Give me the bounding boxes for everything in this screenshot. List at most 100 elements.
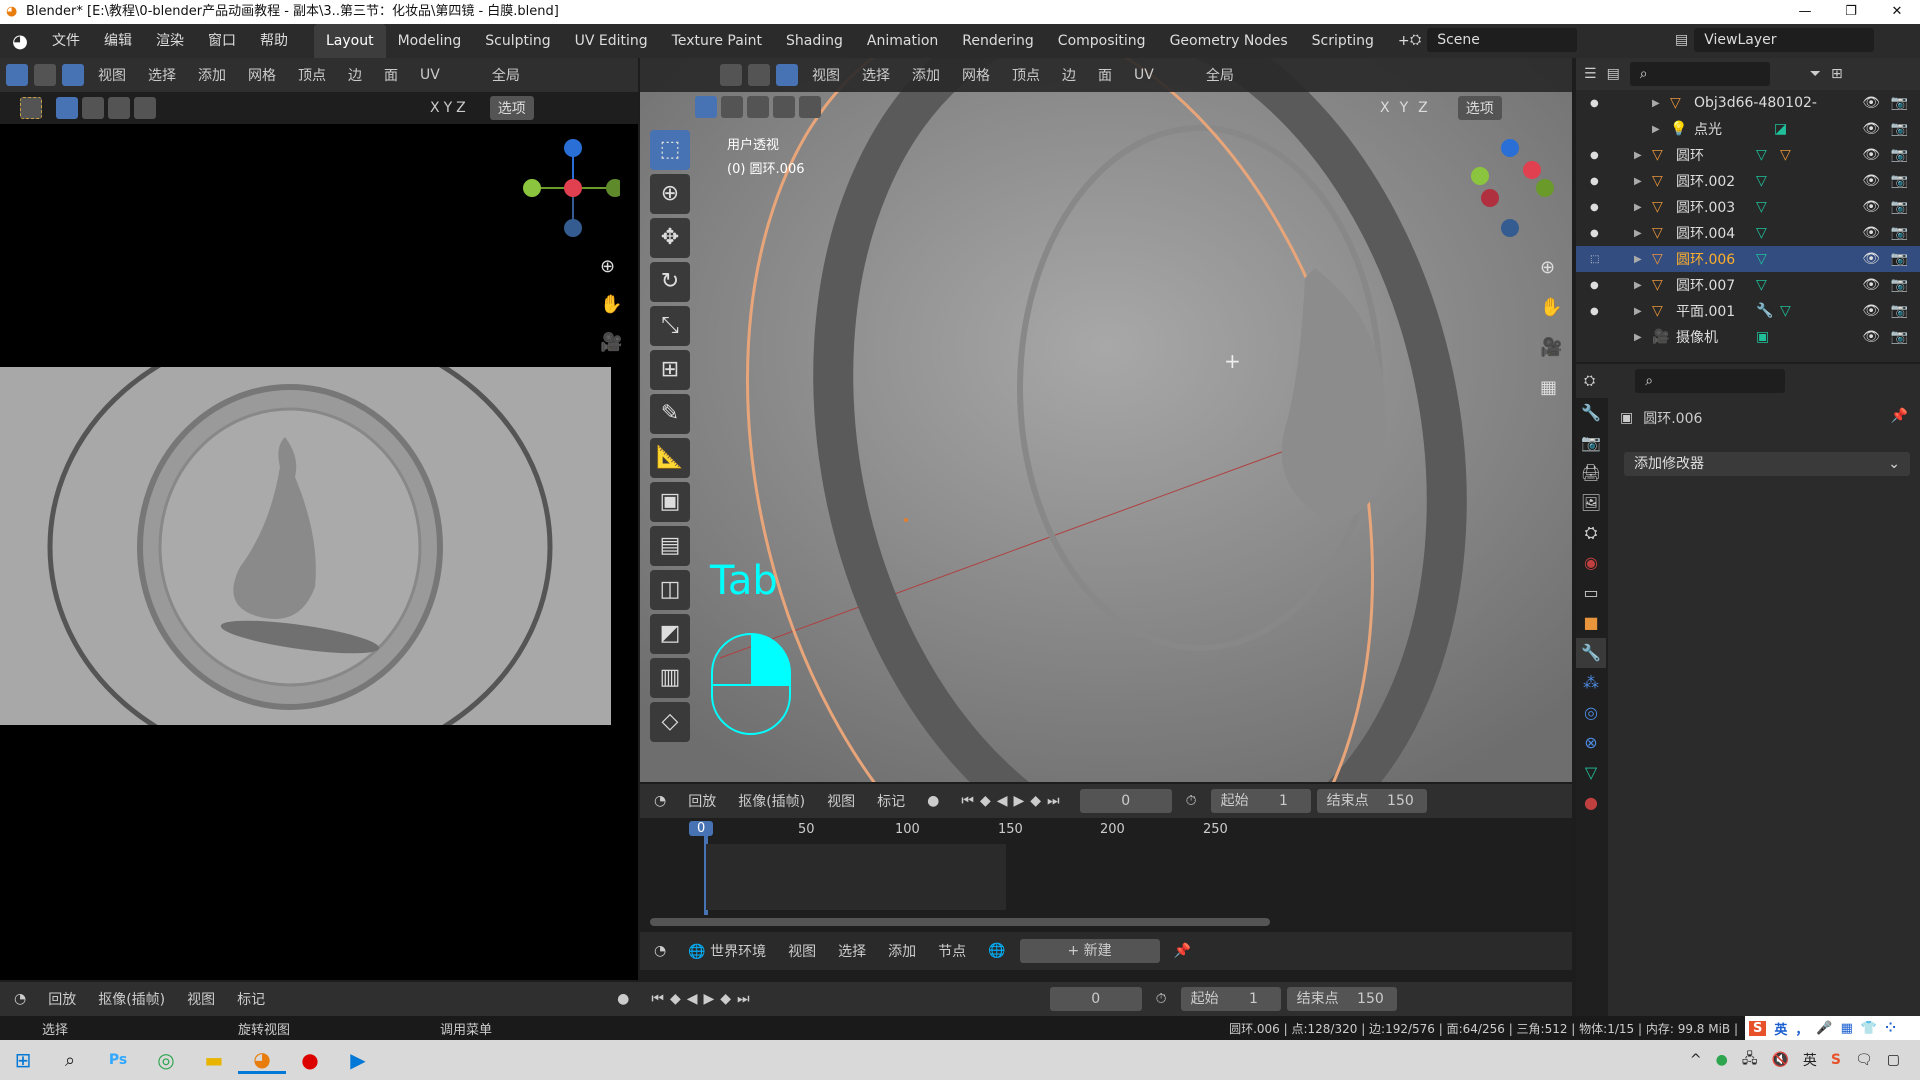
tray-language[interactable]: 英 [1803,1050,1817,1070]
pan-hand-icon[interactable]: ✋ [1540,288,1562,328]
new-collection-icon[interactable]: ⊞ [1831,66,1843,82]
scene-selector[interactable]: Scene [1427,28,1578,52]
eye-icon[interactable]: 👁 [1862,329,1880,345]
collection-tab-icon[interactable]: ▭ [1576,578,1606,608]
transform-tool[interactable]: ⊞ [650,350,690,390]
navigation-gizmo[interactable] [520,138,620,238]
tab-texture-paint[interactable]: Texture Paint [660,24,774,58]
constraints-tab-icon[interactable]: ⊗ [1576,728,1606,758]
menu-uv[interactable]: UV [1126,67,1162,83]
outliner-item[interactable]: ● ▶ ▽ 圆环.007 ▽ 👁 📷 [1576,272,1920,298]
file-explorer-icon[interactable]: ▬ [190,1048,238,1072]
tray-expand-icon[interactable]: ^ [1690,1052,1702,1068]
main-3d-viewport[interactable]: + 视图 选择 添加 网格 顶点 边 面 UV 全局 XYZ 选项 用户透视 (… [640,58,1572,782]
playback-controls[interactable]: ⏮◆◀▶◆⏭ [953,793,1073,809]
expand-arrow-icon[interactable]: ▶ [1634,332,1652,343]
menu-playback[interactable]: 回放 [40,989,84,1009]
select-box-tool[interactable]: ⬚ [650,130,690,170]
outliner-item-name[interactable]: 圆环 [1676,145,1756,165]
menu-vertex[interactable]: 顶点 [1004,65,1048,85]
menu-mesh[interactable]: 网格 [954,65,998,85]
mirror-z[interactable]: Z [456,100,466,116]
tab-animation[interactable]: Animation [855,24,950,58]
timeline-scrollbar[interactable] [650,918,1270,926]
minimize-button[interactable]: — [1782,0,1828,24]
render-camera-icon[interactable]: 📷 [1891,251,1908,267]
ime-keyboard-icon[interactable]: ▦ [1841,1021,1853,1036]
menu-edge[interactable]: 边 [1054,65,1084,85]
select-invert-icon[interactable] [773,96,795,118]
app-icon[interactable]: ▶ [334,1048,382,1072]
ortho-toggle-icon[interactable]: ▦ [1540,368,1562,408]
tab-modeling[interactable]: Modeling [386,24,474,58]
outliner-item[interactable]: ⬚ ▶ ▽ 圆环.006 ▽ 👁 📷 [1576,246,1920,272]
render-camera-icon[interactable]: 📷 [1891,277,1908,293]
tab-sculpting[interactable]: Sculpting [473,24,562,58]
menu-add[interactable]: 添加 [904,65,948,85]
menu-add[interactable]: 添加 [880,941,924,961]
pan-hand-icon[interactable]: ✋ [600,286,622,324]
face-select-mode[interactable] [62,64,84,86]
tab-scripting[interactable]: Scripting [1300,24,1386,58]
visibility-dot-icon[interactable]: ● [1576,306,1634,317]
record-button[interactable]: ● [609,991,637,1007]
tool-tab-icon[interactable]: 🔧 [1576,398,1606,428]
tab-shading[interactable]: Shading [774,24,855,58]
start-button[interactable]: ⊞ [0,1048,46,1072]
annotate-tool[interactable]: ✎ [650,394,690,434]
menu-marker[interactable]: 标记 [229,989,273,1009]
menu-file[interactable]: 文件 [40,24,92,58]
render-camera-icon[interactable]: 📷 [1891,147,1908,163]
photoshop-icon[interactable]: Ps [94,1052,142,1068]
outliner-item[interactable]: ● ▶ ▽ 圆环.003 ▽ 👁 📷 [1576,194,1920,220]
eye-icon[interactable]: 👁 [1862,199,1880,215]
view-layer-icon[interactable]: ▤ [1675,32,1688,48]
select-new-icon[interactable] [695,96,717,118]
options-dropdown[interactable]: 选项 [489,96,534,120]
mirror-z[interactable]: Z [1418,100,1428,116]
menu-uv[interactable]: UV [412,67,448,83]
pin-icon[interactable]: 📌 [1166,943,1199,959]
editor-type-icon[interactable]: ◔ [6,991,34,1007]
mesh-icon[interactable]: ▽ [1780,147,1804,163]
move-tool[interactable]: ✥ [650,218,690,258]
add-modifier-dropdown[interactable]: 添加修改器 ⌄ [1624,452,1910,476]
search-icon[interactable]: ⌕ [46,1050,94,1071]
menu-face[interactable]: 面 [1090,65,1120,85]
menu-view[interactable]: 视图 [819,791,863,811]
tab-rendering[interactable]: Rendering [950,24,1046,58]
scene-tab-icon[interactable]: ⛭ [1576,518,1606,548]
menu-view[interactable]: 视图 [179,989,223,1009]
menu-view[interactable]: 视图 [90,65,134,85]
menu-add[interactable]: 添加 [190,65,234,85]
tab-compositing[interactable]: Compositing [1046,24,1158,58]
stopwatch-icon[interactable]: ⏱ [1148,991,1175,1007]
menu-keying[interactable]: 抠像(插帧) [90,989,173,1009]
select-invert-icon[interactable] [134,97,156,119]
outliner-item[interactable]: ● ▶ ▽ Obj3d66-480102- 👁 📷 [1576,90,1920,116]
blender-menu-icon[interactable]: ◕ [0,31,40,52]
extrude-tool[interactable]: ▤ [650,526,690,566]
current-frame-field[interactable]: 0 [1049,987,1142,1011]
outliner-item-name[interactable]: 圆环.004 [1676,223,1756,243]
select-extend-icon[interactable] [721,96,743,118]
menu-select[interactable]: 选择 [854,65,898,85]
mirror-y[interactable]: Y [1400,100,1409,116]
zoom-icon[interactable]: ⊕ [600,248,622,286]
timeline-editor[interactable]: ◔ 回放 抠像(插帧) 视图 标记 ● ⏮◆◀▶◆⏭ 0 ⏱ 起始 1 结束点 … [640,784,1572,930]
outliner-item[interactable]: ● ▶ ▽ 圆环 ▽ ▽ 👁 📷 [1576,142,1920,168]
properties-editor[interactable]: ⛭ ⌕ 🔧 📷 🖨 🖼 ⛭ ◉ ▭ ■ 🔧 ⁂ ◎ ⊗ ▽ ● ▣ 圆环.006… [1576,364,1920,1016]
mesh-data-icon[interactable]: ▽ [1756,225,1780,241]
navigation-gizmo[interactable] [1460,138,1560,238]
eye-icon[interactable]: 👁 [1862,173,1880,189]
visibility-dot-icon[interactable]: ● [1576,202,1634,213]
render-camera-icon[interactable]: 📷 [1891,303,1908,319]
tray-app-icon[interactable]: ● [1716,1052,1728,1068]
select-new-icon[interactable] [56,97,78,119]
measure-tool[interactable]: 📐 [650,438,690,478]
outliner-item-name[interactable]: Obj3d66-480102- [1694,95,1844,111]
world-tab-icon[interactable]: ◉ [1576,548,1606,578]
select-intersect-icon[interactable] [799,96,821,118]
render-camera-icon[interactable]: 📷 [1891,329,1908,345]
orientation-dropdown[interactable]: 全局 [1198,65,1242,85]
